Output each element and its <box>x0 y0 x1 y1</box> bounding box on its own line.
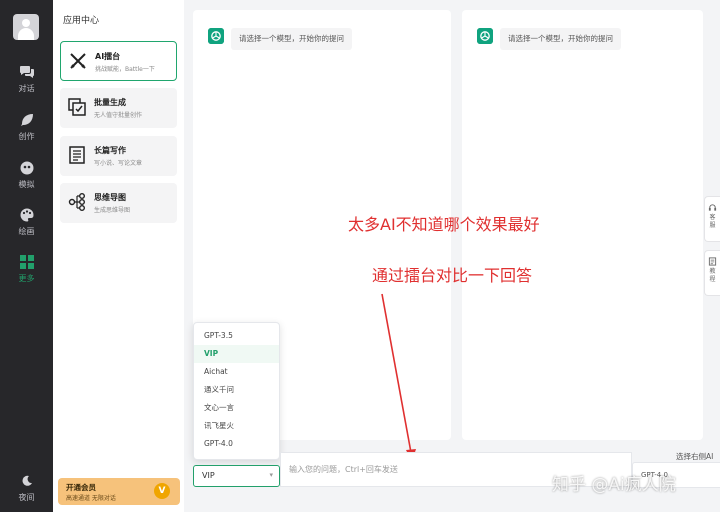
rail-item-night[interactable]: 夜间 <box>0 473 53 512</box>
app-card-longform[interactable]: 长篇写作 写小说、写论文章 <box>60 136 177 176</box>
watermark: 知乎 @Ai疯人院 <box>552 475 676 495</box>
app-card-desc: 无人值守批量创作 <box>94 112 143 119</box>
avatar[interactable] <box>13 14 39 40</box>
doc-icon <box>708 257 717 266</box>
model-option[interactable]: Aichat <box>194 363 279 381</box>
side-tab-tutorial[interactable]: 教程 <box>704 250 720 296</box>
model-option-selected[interactable]: VIP <box>194 345 279 363</box>
model-select[interactable]: VIP ▾ <box>193 465 280 487</box>
app-center: 应用中心 AI擂台 挑战赋能，Battle一下 批量生成 无人值守批量创作 长篇… <box>53 0 184 512</box>
chevron-down-icon: ▾ <box>269 471 273 479</box>
vip-title: 开通会员 <box>66 483 96 492</box>
rail-item-more[interactable]: 更多 <box>0 254 53 294</box>
book-icon <box>69 146 85 164</box>
app-card-name: 批量生成 <box>94 98 126 107</box>
rail-label-chat: 对话 <box>18 84 35 93</box>
openai-logo-icon <box>208 28 224 44</box>
chat-icon <box>19 66 34 78</box>
annotation-line-2: 通过擂台对比一下回答 <box>372 266 533 285</box>
app-card-name: 长篇写作 <box>94 146 126 155</box>
app-card-desc: 写小说、写论文章 <box>94 160 143 167</box>
openai-logo-icon <box>477 28 493 44</box>
grid-icon <box>19 255 34 269</box>
model-option[interactable]: GPT-4.0 <box>194 435 279 453</box>
vip-card[interactable]: 开通会员 高速通道 无限对话 V <box>58 478 180 505</box>
palette-icon <box>20 208 33 222</box>
rail-label-night: 夜间 <box>18 493 35 502</box>
mask-icon <box>20 161 33 175</box>
model-option[interactable]: GPT-3.5 <box>194 327 279 345</box>
app-card-arena[interactable]: AI擂台 挑战赋能，Battle一下 <box>60 41 177 81</box>
app-center-title: 应用中心 <box>63 16 100 26</box>
side-tab-label: 客服 <box>709 214 716 229</box>
rail-item-paint[interactable]: 绘画 <box>0 207 53 247</box>
greeting-bubble: 请选择一个模型，开始你的提问 <box>500 28 621 50</box>
annotation-arrow <box>381 293 416 462</box>
annotation-line-1: 太多AI不知道哪个效果最好 <box>348 215 540 234</box>
rail-label-create: 创作 <box>18 132 35 141</box>
left-rail: 对话 创作 模拟 绘画 更多 夜间 <box>0 0 53 512</box>
moon-icon <box>22 475 32 486</box>
side-tab-label: 教程 <box>709 268 716 283</box>
rail-item-create[interactable]: 创作 <box>0 112 53 152</box>
rail-item-simulate[interactable]: 模拟 <box>0 160 53 200</box>
app-card-mindmap[interactable]: 思维导图 生成思维导图 <box>60 183 177 223</box>
rail-label-simulate: 模拟 <box>18 180 35 189</box>
batch-icon <box>68 98 86 116</box>
app-card-batch[interactable]: 批量生成 无人值守批量创作 <box>60 88 177 128</box>
model-select-value: VIP <box>202 471 215 480</box>
side-tab-support[interactable]: 客服 <box>704 196 720 242</box>
model-option[interactable]: 文心一言 <box>194 399 279 417</box>
right-model-hint: 选择右侧AI <box>676 452 714 461</box>
app-card-desc: 挑战赋能，Battle一下 <box>95 66 155 73</box>
vip-badge-icon: V <box>154 483 170 499</box>
app-card-desc: 生成思维导图 <box>94 207 131 214</box>
model-dropdown: GPT-3.5 VIP Aichat 通义千问 文心一言 讯飞星火 GPT-4.… <box>193 322 280 460</box>
support-icon <box>708 204 717 211</box>
model-option[interactable]: 通义千问 <box>194 381 279 399</box>
model-option[interactable]: 讯飞星火 <box>194 417 279 435</box>
rail-label-more: 更多 <box>18 274 35 283</box>
rail-label-paint: 绘画 <box>18 227 35 236</box>
swords-icon <box>70 53 86 69</box>
app-card-name: AI擂台 <box>95 52 121 61</box>
rail-item-chat[interactable]: 对话 <box>0 64 53 104</box>
greeting-bubble: 请选择一个模型，开始你的提问 <box>231 28 352 50</box>
feather-icon <box>20 114 33 126</box>
mindmap-icon <box>68 193 85 211</box>
app-card-name: 思维导图 <box>94 193 126 202</box>
vip-desc: 高速通道 无限对话 <box>66 495 116 502</box>
